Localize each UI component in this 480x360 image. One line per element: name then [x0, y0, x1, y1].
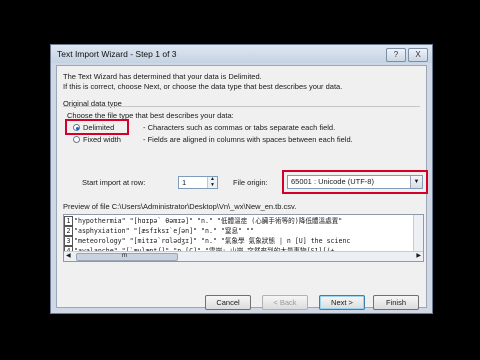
dialog-body: The Text Wizard has determined that your… [56, 65, 428, 310]
scroll-thumb[interactable] [76, 253, 178, 261]
finish-button[interactable]: Finish [373, 295, 419, 310]
help-icon[interactable]: ? [386, 48, 406, 62]
scroll-left-icon[interactable]: ◀ [66, 252, 71, 261]
preview-row: 1 "hypothermia" "[hɑɪpə` θəmɪə]" "n." "低體… [64, 216, 414, 226]
file-origin-label: File origin: [233, 178, 268, 187]
wizard-message: The Text Wizard has determined that your… [63, 72, 342, 92]
group-divider [63, 106, 420, 107]
scroll-right-icon[interactable]: ▶ [416, 252, 421, 261]
scroll-thumb-grip: m [122, 253, 127, 259]
preview-horizontal-scrollbar[interactable]: ◀ m ▶ [64, 251, 423, 261]
start-row-stepper[interactable]: 1 ▲ ▼ [178, 176, 218, 189]
message-line-1: The Text Wizard has determined that your… [63, 72, 262, 81]
radio-fixed-width[interactable] [73, 136, 80, 143]
preview-label: Preview of file C:\Users\Administrator\D… [63, 202, 297, 211]
preview-row-number: 2 [64, 226, 73, 236]
stepper-arrows-icon[interactable]: ▲ ▼ [207, 176, 217, 188]
next-button[interactable]: Next > [319, 295, 365, 310]
close-icon[interactable]: X [408, 48, 428, 62]
message-line-2: If this is correct, choose Next, or choo… [63, 82, 343, 91]
cancel-button[interactable]: Cancel [205, 295, 251, 310]
preview-row-text: "meteorology" "[mitɪə`rɑlədʒɪ]" "n." "氣象… [74, 237, 351, 245]
highlight-delimited [65, 119, 129, 135]
back-button[interactable]: < Back [262, 295, 308, 310]
file-preview[interactable]: 1 "hypothermia" "[hɑɪpə` θəmɪə]" "n." "低體… [63, 214, 424, 262]
highlight-file-origin [282, 170, 428, 194]
option-delimited-desc: - Characters such as commas or tabs sepa… [143, 123, 336, 132]
preview-row-number: 3 [64, 236, 73, 246]
preview-row-text: "asphyxiation" "[æsfɪksɪ`eʃən]" "n." "窒息… [74, 227, 254, 235]
preview-row: 2 "asphyxiation" "[æsfɪksɪ`eʃən]" "n." "窒… [64, 226, 414, 236]
start-row-value[interactable]: 1 [182, 178, 186, 187]
preview-row: 3 "meteorology" "[mitɪə`rɑlədʒɪ]" "n." "氣… [64, 236, 414, 246]
option-fixed-width-desc: - Fields are aligned in columns with spa… [143, 135, 353, 144]
preview-vertical-scrollbar[interactable] [413, 215, 423, 253]
option-fixed-width-label[interactable]: Fixed width [83, 135, 121, 144]
preview-row-text: "hypothermia" "[hɑɪpə` θəmɪə]" "n." "低體溫… [74, 217, 343, 225]
preview-row-number: 1 [64, 216, 73, 226]
title-bar: Text Import Wizard - Step 1 of 3 ? X [51, 45, 432, 63]
option-fixed-width[interactable]: Fixed width [73, 135, 121, 144]
start-row-label: Start import at row: [82, 178, 146, 187]
text-import-wizard-dialog: Text Import Wizard - Step 1 of 3 ? X The… [50, 44, 433, 314]
dialog-title: Text Import Wizard - Step 1 of 3 [57, 49, 177, 59]
